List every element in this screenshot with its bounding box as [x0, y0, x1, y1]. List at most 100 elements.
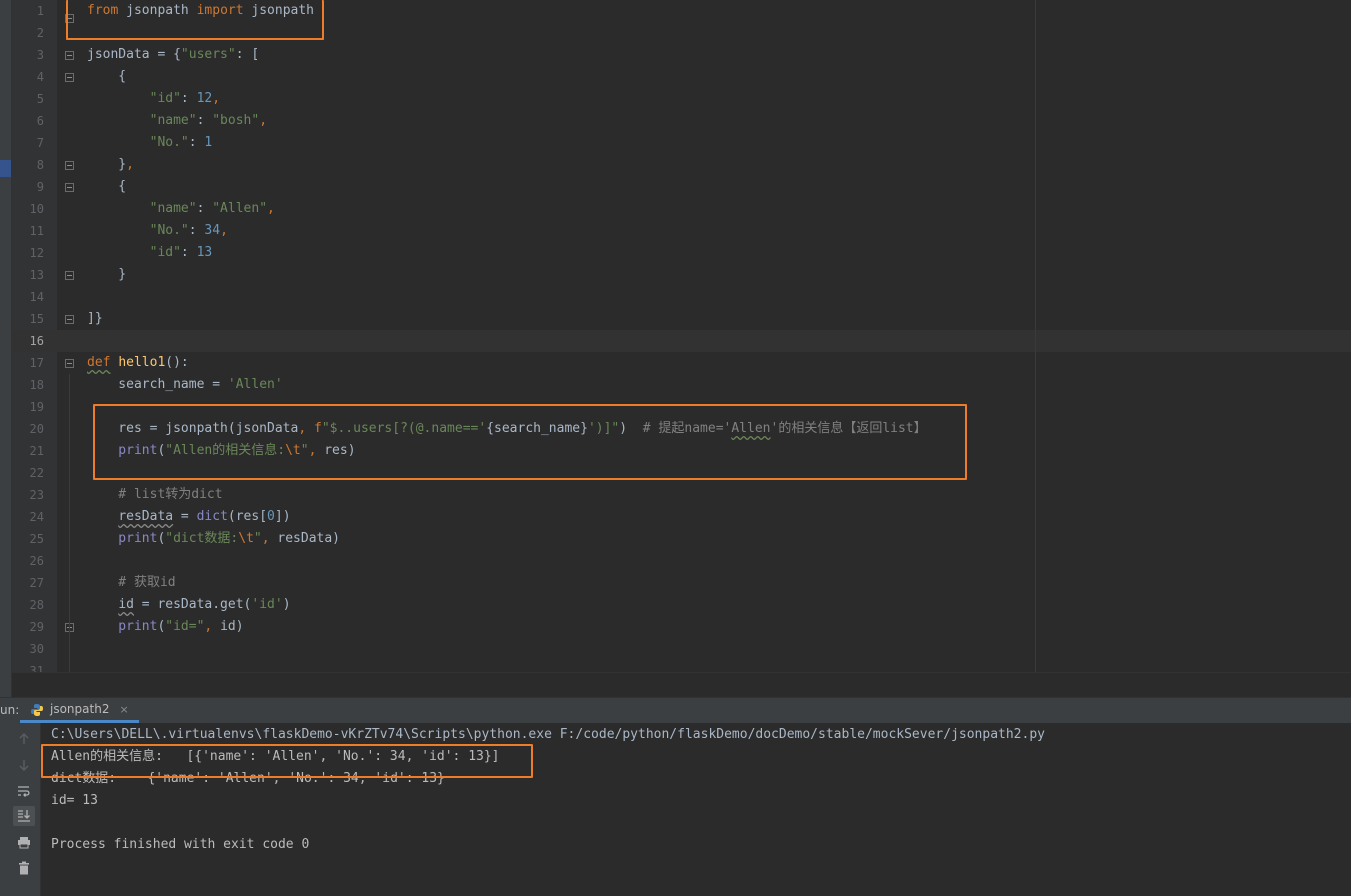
scroll-to-end-button[interactable]: [13, 806, 35, 826]
token: jsonData = {: [87, 47, 181, 62]
token: }: [87, 267, 127, 282]
line-number: 30: [29, 642, 44, 656]
token: =: [173, 509, 197, 524]
token: id): [212, 619, 244, 634]
code-line-6[interactable]: "name": "bosh",: [12, 110, 1351, 132]
token: "No.": [87, 135, 189, 150]
token: \t: [238, 531, 254, 546]
code-line-12[interactable]: "id": 13: [12, 242, 1351, 264]
fold-start-icon[interactable]: [65, 51, 74, 60]
tab-jsonpath2[interactable]: jsonpath2 ×: [20, 698, 139, 723]
code-line-11[interactable]: "No.": 34,: [12, 220, 1351, 242]
highlight-box-output: [41, 744, 533, 778]
code-line-24[interactable]: resData = dict(res[0]): [12, 506, 1351, 528]
line-number: 2: [36, 26, 44, 40]
fold-start-icon[interactable]: [65, 183, 74, 192]
token: ": [253, 531, 262, 546]
code-line-3[interactable]: jsonData = {"users": [: [12, 44, 1351, 66]
token: 0: [267, 509, 275, 524]
token: 34: [204, 223, 221, 238]
code-line-7[interactable]: "No.": 1: [12, 132, 1351, 154]
code-line-15[interactable]: ]}: [12, 308, 1351, 330]
line-number: 26: [29, 554, 44, 568]
token: "dict数据:: [165, 531, 239, 546]
code-line-8[interactable]: },: [12, 154, 1351, 176]
token: 1: [204, 135, 213, 150]
code-line-18[interactable]: search_name = 'Allen': [12, 374, 1351, 396]
soft-wrap-button[interactable]: [13, 781, 35, 801]
editor-bottom-bar: [12, 672, 1351, 697]
clear-all-button[interactable]: [13, 858, 35, 878]
token: ): [282, 597, 291, 612]
code-line-27[interactable]: # 获取id: [12, 572, 1351, 594]
token: ]}: [87, 311, 103, 326]
token: "name": [87, 113, 197, 128]
fold-end-icon[interactable]: [65, 271, 74, 280]
print-button[interactable]: [13, 832, 35, 852]
token: = resData.get(: [133, 597, 252, 612]
token: "id": [87, 91, 181, 106]
token: 12: [196, 91, 213, 106]
token: "Allen": [212, 201, 268, 216]
soft-wrap-icon: [18, 786, 30, 797]
code-editor[interactable]: 1 2 3 4 5 6 7 8 9 10 11 12 13 14 15 16 17 18 19 20 21 22 23 24 2…: [12, 0, 1351, 672]
token: 'Allen': [227, 377, 283, 392]
token: {: [87, 179, 127, 194]
highlight-box-jsonpath-call: [93, 404, 967, 480]
token: ,: [126, 157, 134, 172]
tab-label: jsonpath2: [50, 702, 110, 716]
code-line-13[interactable]: }: [12, 264, 1351, 286]
token: "bosh": [212, 113, 260, 128]
left-tool-strip: [0, 0, 12, 700]
token: {: [87, 69, 127, 84]
token: dict: [196, 509, 228, 524]
token: print: [87, 531, 158, 546]
token: ():: [165, 355, 189, 370]
arrow-up-icon: [19, 733, 29, 744]
code-line-4[interactable]: {: [12, 66, 1351, 88]
line-number: 19: [29, 400, 44, 414]
run-toolbar: [0, 723, 41, 896]
indent-guide: [69, 374, 70, 672]
run-tool-header: un: jsonpath2 ×: [0, 697, 1351, 724]
console-line: Process finished with exit code 0: [51, 837, 310, 852]
code-line-5[interactable]: "id": 12,: [12, 88, 1351, 110]
token: "users": [180, 47, 236, 62]
code-line-25[interactable]: print("dict数据:\t", resData): [12, 528, 1351, 550]
fold-start-icon[interactable]: [65, 73, 74, 82]
line-number: 31: [29, 664, 44, 672]
code-line-23[interactable]: # list转为dict: [12, 484, 1351, 506]
current-line-highlight: [12, 330, 1351, 352]
code-line-10[interactable]: "name": "Allen",: [12, 198, 1351, 220]
scroll-to-end-icon: [18, 810, 30, 822]
token: "id": [87, 245, 181, 260]
console-line: id= 13: [51, 793, 98, 808]
token: 13: [196, 245, 213, 260]
code-line-9[interactable]: {: [12, 176, 1351, 198]
code-line-28[interactable]: id = resData.get('id'): [12, 594, 1351, 616]
fold-end-icon[interactable]: [65, 161, 74, 170]
token: "No.": [87, 223, 189, 238]
code-line-29[interactable]: print("id=", id): [12, 616, 1351, 638]
close-icon[interactable]: ×: [119, 703, 128, 716]
token: hello1: [118, 355, 166, 370]
up-arrow-button[interactable]: [13, 729, 35, 749]
code-line-17[interactable]: def hello1():: [12, 352, 1351, 374]
fold-end-icon[interactable]: [65, 315, 74, 324]
printer-icon: [18, 836, 30, 848]
line-number: 14: [29, 290, 44, 304]
fold-start-icon[interactable]: [65, 359, 74, 368]
token: (res[: [227, 509, 268, 524]
line-number: 22: [29, 466, 44, 480]
arrow-down-icon: [19, 760, 29, 771]
down-arrow-button[interactable]: [13, 755, 35, 775]
trash-icon: [19, 861, 29, 875]
highlight-box-import: [66, 0, 324, 40]
token: # list转为dict: [87, 487, 223, 502]
console-line: C:\Users\DELL\.virtualenvs\flaskDemo-vKr…: [51, 727, 1045, 742]
python-icon: [30, 702, 44, 716]
token: ,: [261, 531, 270, 546]
strip-highlight: [0, 160, 11, 177]
token: "id=": [165, 619, 205, 634]
run-console-output[interactable]: C:\Users\DELL\.virtualenvs\flaskDemo-vKr…: [41, 723, 1351, 896]
